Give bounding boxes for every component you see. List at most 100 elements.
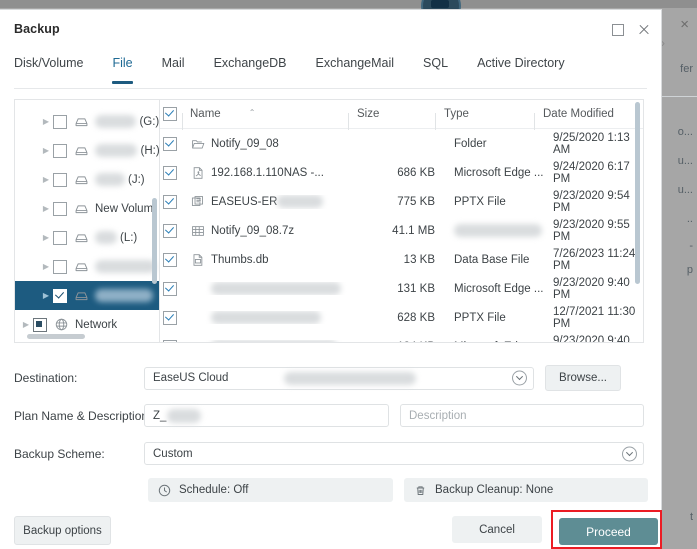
row-checkbox[interactable]: [160, 282, 186, 296]
redacted-text: [95, 173, 125, 186]
tree-vertical-scrollbar[interactable]: [152, 198, 157, 284]
redacted-text: [211, 282, 341, 295]
cell-date-modified: 12/7/2021 11:30 PM: [544, 306, 643, 330]
table-row[interactable]: Thumbs.db13 KBData Base File7/26/2023 11…: [160, 245, 643, 274]
tree-node[interactable]: ▶New Volum: [15, 194, 159, 223]
tree-node[interactable]: ▶(G:): [15, 107, 159, 136]
checkbox-icon[interactable]: [53, 144, 67, 158]
expand-caret-icon[interactable]: ▶: [39, 175, 53, 184]
expand-caret-icon[interactable]: ▶: [39, 233, 53, 242]
checkbox-icon[interactable]: [53, 260, 67, 274]
checkbox-icon[interactable]: [53, 115, 67, 129]
backup-options-button[interactable]: Backup options: [14, 516, 111, 545]
tab-exchangemail[interactable]: ExchangeMail: [316, 50, 395, 83]
source-tree[interactable]: ▶(G:)▶(H:)▶(J:)▶New Volum▶(L:)▶▶▶Network…: [14, 99, 160, 343]
tree-node[interactable]: ▶: [15, 252, 159, 281]
background-divider: [659, 96, 697, 97]
cell-size: 41.1 MB: [348, 225, 445, 237]
backup-scheme-select[interactable]: Custom: [144, 442, 644, 465]
row-checkbox[interactable]: [160, 311, 186, 325]
tab-disk-volume[interactable]: Disk/Volume: [14, 50, 83, 83]
archive-icon: [190, 224, 205, 238]
tree-node[interactable]: ▶: [15, 281, 159, 310]
backup-cleanup-chip[interactable]: Backup Cleanup: None: [404, 478, 648, 502]
redacted-text: [167, 409, 201, 423]
file-list-scrollbar[interactable]: [635, 102, 640, 284]
tree-node[interactable]: ▶Desktop: [15, 339, 159, 343]
pptx-icon: [190, 195, 205, 209]
expand-caret-icon[interactable]: ▶: [39, 262, 53, 271]
chevron-down-icon[interactable]: [512, 371, 527, 386]
tree-horizontal-scrollbar[interactable]: [27, 334, 85, 339]
checkbox-icon[interactable]: [53, 231, 67, 245]
maximize-button[interactable]: [607, 19, 629, 41]
expand-caret-icon[interactable]: ▶: [39, 291, 53, 300]
browse-button[interactable]: Browse...: [545, 365, 621, 391]
close-button[interactable]: [633, 19, 655, 41]
row-checkbox[interactable]: [160, 224, 186, 238]
tab-exchangedb[interactable]: ExchangeDB: [214, 50, 287, 83]
checkbox-icon[interactable]: [53, 173, 67, 187]
expand-caret-icon[interactable]: ▶: [39, 117, 53, 126]
cell-name: Notify_09_08: [186, 137, 348, 151]
table-row[interactable]: Notify_09_08Folder9/25/2020 1:13 AM: [160, 129, 643, 158]
column-header-date-modified[interactable]: Date Modified: [534, 108, 643, 120]
column-header-type[interactable]: Type: [435, 108, 534, 120]
checkbox-icon[interactable]: [33, 318, 47, 332]
table-row[interactable]: Notify_09_08.7z41.1 MB9/23/2020 9:55 PM: [160, 216, 643, 245]
cell-type: PPTX File: [445, 196, 544, 208]
cell-type: Microsoft Edge ...: [445, 167, 544, 179]
plan-description-input[interactable]: Description: [400, 404, 644, 427]
folder-icon: [190, 137, 205, 151]
table-row[interactable]: EASEUS-ER775 KBPPTX File9/23/2020 9:54 P…: [160, 187, 643, 216]
tab-active-directory[interactable]: Active Directory: [477, 50, 565, 83]
destination-select[interactable]: EaseUS Cloud: [144, 367, 534, 390]
background-fragment: u...: [678, 184, 693, 196]
expand-caret-icon[interactable]: ▶: [39, 204, 53, 213]
row-checkbox[interactable]: [160, 137, 186, 151]
cell-name: [186, 311, 348, 324]
redacted-text: [211, 311, 321, 324]
maximize-icon: [612, 24, 624, 36]
column-header-size[interactable]: Size: [348, 108, 435, 120]
file-list[interactable]: Name⌃ Size Type Date Modified Notify_09_…: [160, 99, 644, 343]
drive-icon: [73, 201, 90, 216]
column-header-type-label: Type: [444, 108, 469, 120]
proceed-button[interactable]: Proceed: [559, 518, 658, 545]
chips-row: Schedule: Off Backup Cleanup: None: [148, 478, 658, 502]
destination-label: Destination:: [14, 371, 144, 385]
cancel-button[interactable]: Cancel: [452, 516, 542, 543]
tab-sql[interactable]: SQL: [423, 50, 448, 83]
file-list-body: Notify_09_08Folder9/25/2020 1:13 AM192.1…: [160, 129, 643, 343]
tab-file[interactable]: File: [112, 50, 132, 83]
table-row[interactable]: 131 KBMicrosoft Edge ...9/23/2020 9:40 P…: [160, 274, 643, 303]
column-header-size-label: Size: [357, 108, 379, 120]
expand-caret-icon[interactable]: ▶: [39, 146, 53, 155]
checkbox-icon[interactable]: [53, 202, 67, 216]
tree-node[interactable]: ▶(H:): [15, 136, 159, 165]
checkbox-icon: [163, 311, 177, 325]
tree-node[interactable]: ▶(J:): [15, 165, 159, 194]
cell-name: [186, 340, 348, 343]
chevron-down-icon[interactable]: [622, 446, 637, 461]
row-checkbox[interactable]: [160, 166, 186, 180]
plan-name-input[interactable]: Z_: [144, 404, 389, 427]
row-checkbox[interactable]: [160, 340, 186, 344]
schedule-chip[interactable]: Schedule: Off: [148, 478, 393, 502]
table-row[interactable]: 192.168.1.110NAS -...686 KBMicrosoft Edg…: [160, 158, 643, 187]
tab-mail[interactable]: Mail: [162, 50, 185, 83]
table-row[interactable]: 628 KBPPTX File12/7/2021 11:30 PM: [160, 303, 643, 332]
column-header-name[interactable]: Name⌃: [186, 108, 348, 120]
plan-name-value: Z_: [153, 410, 166, 422]
background-close-icon[interactable]: ×: [680, 16, 689, 33]
row-checkbox[interactable]: [160, 253, 186, 267]
tree-node[interactable]: ▶(L:): [15, 223, 159, 252]
background-fragment: u...: [678, 155, 693, 167]
backup-scheme-value: Custom: [153, 448, 193, 460]
background-chevron-icon[interactable]: ›: [661, 36, 665, 50]
expand-caret-icon[interactable]: ▶: [19, 320, 33, 329]
row-checkbox[interactable]: [160, 195, 186, 209]
redacted-text: [277, 195, 323, 208]
checkbox-icon[interactable]: [53, 289, 67, 303]
table-row[interactable]: 134 KBMicrosoft Edge ...9/23/2020 9:40 P…: [160, 332, 643, 343]
